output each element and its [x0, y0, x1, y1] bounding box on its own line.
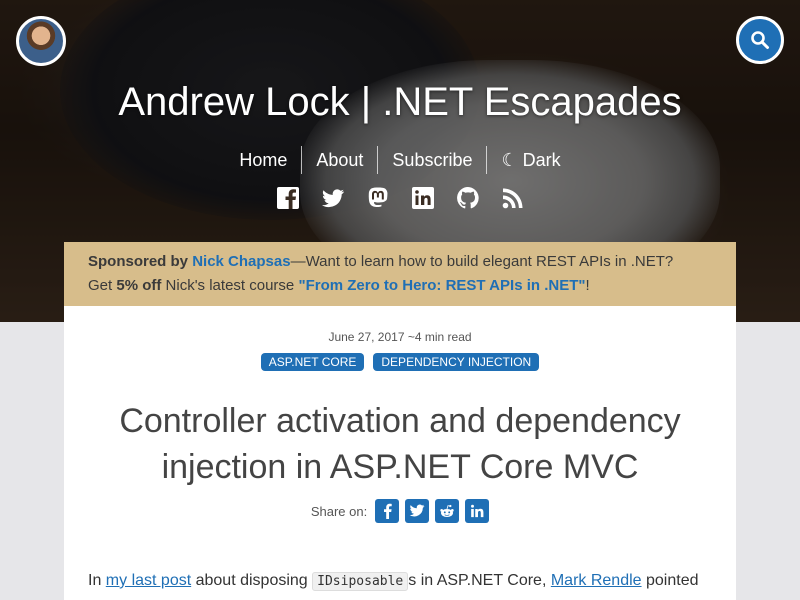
- share-bar: Share on:: [64, 499, 736, 523]
- site-title[interactable]: Andrew Lock | .NET Escapades: [0, 80, 800, 125]
- intro-text: In: [88, 572, 102, 589]
- main-nav: Home About Subscribe ☾ Dark: [0, 146, 800, 174]
- post-title: Controller activation and dependency inj…: [119, 402, 681, 486]
- avatar[interactable]: [16, 16, 66, 66]
- intro-text: pointed: [646, 572, 699, 589]
- twitter-icon: [409, 504, 425, 517]
- share-label: Share on:: [310, 503, 368, 519]
- nav-dark-mode-toggle[interactable]: ☾ Dark: [487, 150, 574, 171]
- search-button[interactable]: [736, 16, 784, 64]
- twitter-icon[interactable]: [321, 186, 345, 210]
- sponsor-line-1: Sponsored by Nick Chapsas—Want to learn …: [88, 250, 712, 274]
- sponsor-prefix: Sponsored by: [88, 253, 189, 270]
- linkedin-icon[interactable]: [411, 186, 435, 210]
- sponsor-discount: 5% off: [116, 277, 162, 294]
- search-icon: [751, 31, 769, 49]
- sponsor-get: Get: [88, 277, 113, 294]
- nav-about[interactable]: About: [302, 150, 377, 171]
- nav-home[interactable]: Home: [225, 150, 301, 171]
- intro-link-last-post[interactable]: my last post: [106, 572, 191, 589]
- sponsor-exclaim: !: [585, 277, 590, 294]
- share-facebook-button[interactable]: [375, 499, 400, 523]
- inline-code: IDsiposable: [312, 572, 409, 591]
- share-twitter-button[interactable]: [405, 499, 430, 523]
- intro-link-mark-rendle[interactable]: Mark Rendle: [551, 572, 642, 589]
- facebook-icon: [384, 503, 392, 519]
- post-intro: In my last post about disposing IDsiposa…: [88, 572, 718, 591]
- sponsor-line-2: Get 5% off Nick's latest course "From Ze…: [88, 274, 712, 298]
- share-reddit-button[interactable]: [435, 499, 460, 523]
- sponsor-course-text: Nick's latest course: [165, 277, 295, 294]
- github-icon[interactable]: [456, 186, 480, 210]
- sponsor-link[interactable]: Nick Chapsas: [192, 253, 290, 270]
- facebook-icon[interactable]: [276, 186, 300, 210]
- sponsor-course-link[interactable]: "From Zero to Hero: REST APIs in .NET": [298, 277, 585, 294]
- share-linkedin-button[interactable]: [465, 499, 490, 523]
- post-meta: June 27, 2017 ~4 min read: [328, 330, 472, 344]
- tag-dependency-injection[interactable]: DEPENDENCY INJECTION: [373, 353, 540, 371]
- intro-text: s in ASP.NET Core,: [408, 572, 547, 589]
- post-card: June 27, 2017 ~4 min read ASP.NET CORE D…: [64, 306, 736, 600]
- sponsor-text: —Want to learn how to build elegant REST…: [290, 253, 674, 270]
- intro-text: about disposing: [195, 572, 308, 589]
- tag-aspnet-core[interactable]: ASP.NET CORE: [260, 353, 365, 371]
- reddit-icon: [440, 504, 454, 517]
- post-tags: ASP.NET CORE DEPENDENCY INJECTION: [64, 353, 736, 371]
- sponsor-banner: Sponsored by Nick Chapsas—Want to learn …: [64, 242, 736, 306]
- linkedin-icon: [471, 504, 484, 518]
- social-links: [0, 186, 800, 210]
- mastodon-icon[interactable]: [366, 186, 390, 210]
- rss-icon[interactable]: [501, 186, 525, 210]
- nav-subscribe[interactable]: Subscribe: [378, 150, 486, 171]
